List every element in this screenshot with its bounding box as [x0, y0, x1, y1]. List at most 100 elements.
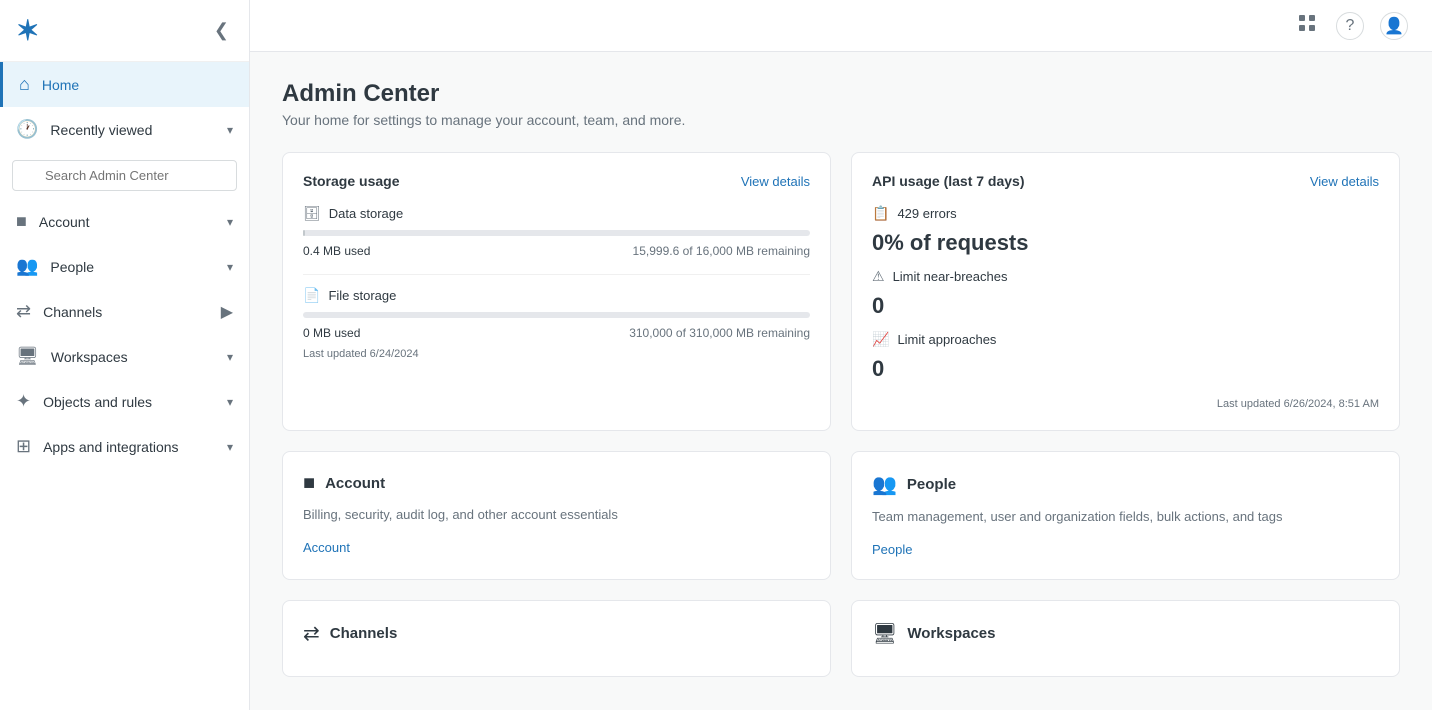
api-approaches-count: 0: [872, 356, 1379, 382]
page-content: Admin Center Your home for settings to m…: [250, 52, 1432, 705]
api-card-title: API usage (last 7 days): [872, 173, 1025, 189]
sidebar-item-objects[interactable]: ✦ Objects and rules ▾: [0, 379, 249, 424]
api-errors-row: 📋 429 errors: [872, 205, 1379, 222]
nav-card-people-header: 👥 People: [872, 472, 1379, 497]
sidebar-item-workspaces[interactable]: 🖥 Workspaces ▾: [0, 334, 249, 379]
file-storage-label: File storage: [328, 288, 396, 303]
sidebar-apps-label: Apps and integrations: [43, 439, 178, 455]
nav-card-people-title: People: [907, 476, 956, 493]
sidebar-item-people[interactable]: 👥 People ▾: [0, 244, 249, 289]
sidebar-item-account[interactable]: ■ Account ▾: [0, 199, 249, 244]
sidebar-item-home[interactable]: ⌂ Home: [0, 62, 249, 107]
nav-card-account: ■ Account Billing, security, audit log, …: [282, 451, 831, 580]
storage-divider: [303, 274, 810, 275]
grid-icon-button[interactable]: [1294, 10, 1320, 42]
apps-icon: ⊞: [16, 436, 31, 457]
sidebar-item-apps[interactable]: ⊞ Apps and integrations ▾: [0, 424, 249, 469]
sidebar-home-label: Home: [42, 77, 79, 93]
objects-chevron: ▾: [227, 395, 233, 409]
channels-icon: ⇄: [16, 301, 31, 322]
sidebar-account-label: Account: [39, 214, 90, 230]
sidebar-item-channels[interactable]: ⇄ Channels ▾ ▶: [0, 289, 249, 334]
recently-viewed-chevron: ▾: [227, 123, 233, 137]
file-storage-used: 0 MB used: [303, 326, 360, 340]
channels-cursor-indicator: ▶: [221, 302, 233, 322]
nav-card-workspaces-icon: 🖥: [872, 621, 897, 646]
file-storage-progress-bg: [303, 312, 810, 318]
apps-chevron: ▾: [227, 440, 233, 454]
sidebar-people-label: People: [50, 259, 94, 275]
top-cards-row: Storage usage View details 🗄 Data storag…: [282, 152, 1400, 431]
page-title: Admin Center: [282, 80, 1400, 108]
data-storage-section: 🗄 Data storage 0.4 MB used 15,999.6 of 1…: [303, 205, 810, 258]
data-storage-icon: 🗄: [303, 205, 321, 222]
nav-card-workspaces-header: 🖥 Workspaces: [872, 621, 1379, 646]
storage-card: Storage usage View details 🗄 Data storag…: [282, 152, 831, 431]
nav-card-workspaces: 🖥 Workspaces: [851, 600, 1400, 677]
api-approaches-label: Limit approaches: [897, 332, 996, 347]
help-button[interactable]: ?: [1336, 12, 1364, 40]
nav-card-account-link[interactable]: Account: [303, 540, 350, 555]
api-card: API usage (last 7 days) View details 📋 4…: [851, 152, 1400, 431]
api-near-breaches-row: ⚠ Limit near-breaches: [872, 268, 1379, 285]
nav-card-account-icon: ■: [303, 472, 315, 495]
account-chevron: ▾: [227, 215, 233, 229]
search-input[interactable]: [12, 160, 237, 191]
nav-card-channels-icon: ⇄: [303, 621, 320, 646]
storage-view-details-link[interactable]: View details: [741, 174, 810, 189]
nav-card-people-desc: Team management, user and organization f…: [872, 507, 1379, 527]
user-profile-button[interactable]: 👤: [1380, 12, 1408, 40]
workspaces-icon: 🖥: [16, 346, 39, 367]
api-near-breaches-count: 0: [872, 293, 1379, 319]
data-storage-progress-bg: [303, 230, 810, 236]
main-content: ? 👤 Admin Center Your home for settings …: [250, 0, 1432, 710]
storage-card-header: Storage usage View details: [303, 173, 810, 189]
nav-card-channels-header: ⇄ Channels: [303, 621, 810, 646]
clock-icon: 🕐: [16, 119, 38, 140]
sidebar-collapse-button[interactable]: ❮: [210, 16, 233, 45]
page-subtitle: Your home for settings to manage your ac…: [282, 112, 1400, 128]
sidebar-objects-label: Objects and rules: [43, 394, 152, 410]
bottom-cards-row: ⇄ Channels 🖥 Workspaces: [282, 600, 1400, 677]
api-view-details-link[interactable]: View details: [1310, 174, 1379, 189]
api-near-breaches-icon: ⚠: [872, 268, 885, 285]
search-container: 🔍: [0, 152, 249, 199]
nav-card-people-icon: 👥: [872, 472, 897, 497]
api-errors-icon: 📋: [872, 205, 889, 222]
home-icon: ⌂: [19, 74, 30, 95]
nav-card-people-link[interactable]: People: [872, 542, 912, 557]
topbar: ? 👤: [250, 0, 1432, 52]
sidebar-channels-label: Channels: [43, 304, 102, 320]
search-wrapper: 🔍: [12, 160, 237, 191]
api-approaches-row: 📈 Limit approaches: [872, 331, 1379, 348]
workspaces-chevron: ▾: [227, 350, 233, 364]
sidebar-logo-area: ✶ ❮: [0, 0, 249, 62]
nav-card-account-desc: Billing, security, audit log, and other …: [303, 505, 810, 525]
sidebar: ✶ ❮ ⌂ Home 🕐 Recently viewed ▾ 🔍 ■ Accou…: [0, 0, 250, 710]
file-storage-remaining: 310,000 of 310,000 MB remaining: [629, 326, 810, 340]
storage-last-updated: Last updated 6/24/2024: [303, 348, 810, 360]
objects-icon: ✦: [16, 391, 31, 412]
file-storage-label-row: 📄 File storage: [303, 287, 810, 304]
nav-cards-row: ■ Account Billing, security, audit log, …: [282, 451, 1400, 580]
zendesk-logo: ✶: [16, 14, 39, 47]
nav-card-channels-title: Channels: [330, 625, 398, 642]
people-icon: 👥: [16, 256, 38, 277]
account-icon: ■: [16, 211, 27, 232]
data-storage-progress-fill: [303, 230, 305, 236]
nav-card-channels: ⇄ Channels: [282, 600, 831, 677]
sidebar-workspaces-label: Workspaces: [51, 349, 128, 365]
nav-card-workspaces-title: Workspaces: [907, 625, 995, 642]
file-storage-icon: 📄: [303, 287, 320, 304]
api-requests-pct: 0% of requests: [872, 230, 1379, 256]
api-last-updated: Last updated 6/26/2024, 8:51 AM: [872, 398, 1379, 410]
storage-card-title: Storage usage: [303, 173, 399, 189]
api-card-header: API usage (last 7 days) View details: [872, 173, 1379, 189]
data-storage-label: Data storage: [329, 206, 403, 221]
people-chevron: ▾: [227, 260, 233, 274]
api-errors-label: 429 errors: [897, 206, 956, 221]
file-storage-meta: 0 MB used 310,000 of 310,000 MB remainin…: [303, 326, 810, 340]
data-storage-label-row: 🗄 Data storage: [303, 205, 810, 222]
sidebar-item-recently-viewed[interactable]: 🕐 Recently viewed ▾: [0, 107, 249, 152]
recently-viewed-label: Recently viewed: [50, 122, 152, 138]
